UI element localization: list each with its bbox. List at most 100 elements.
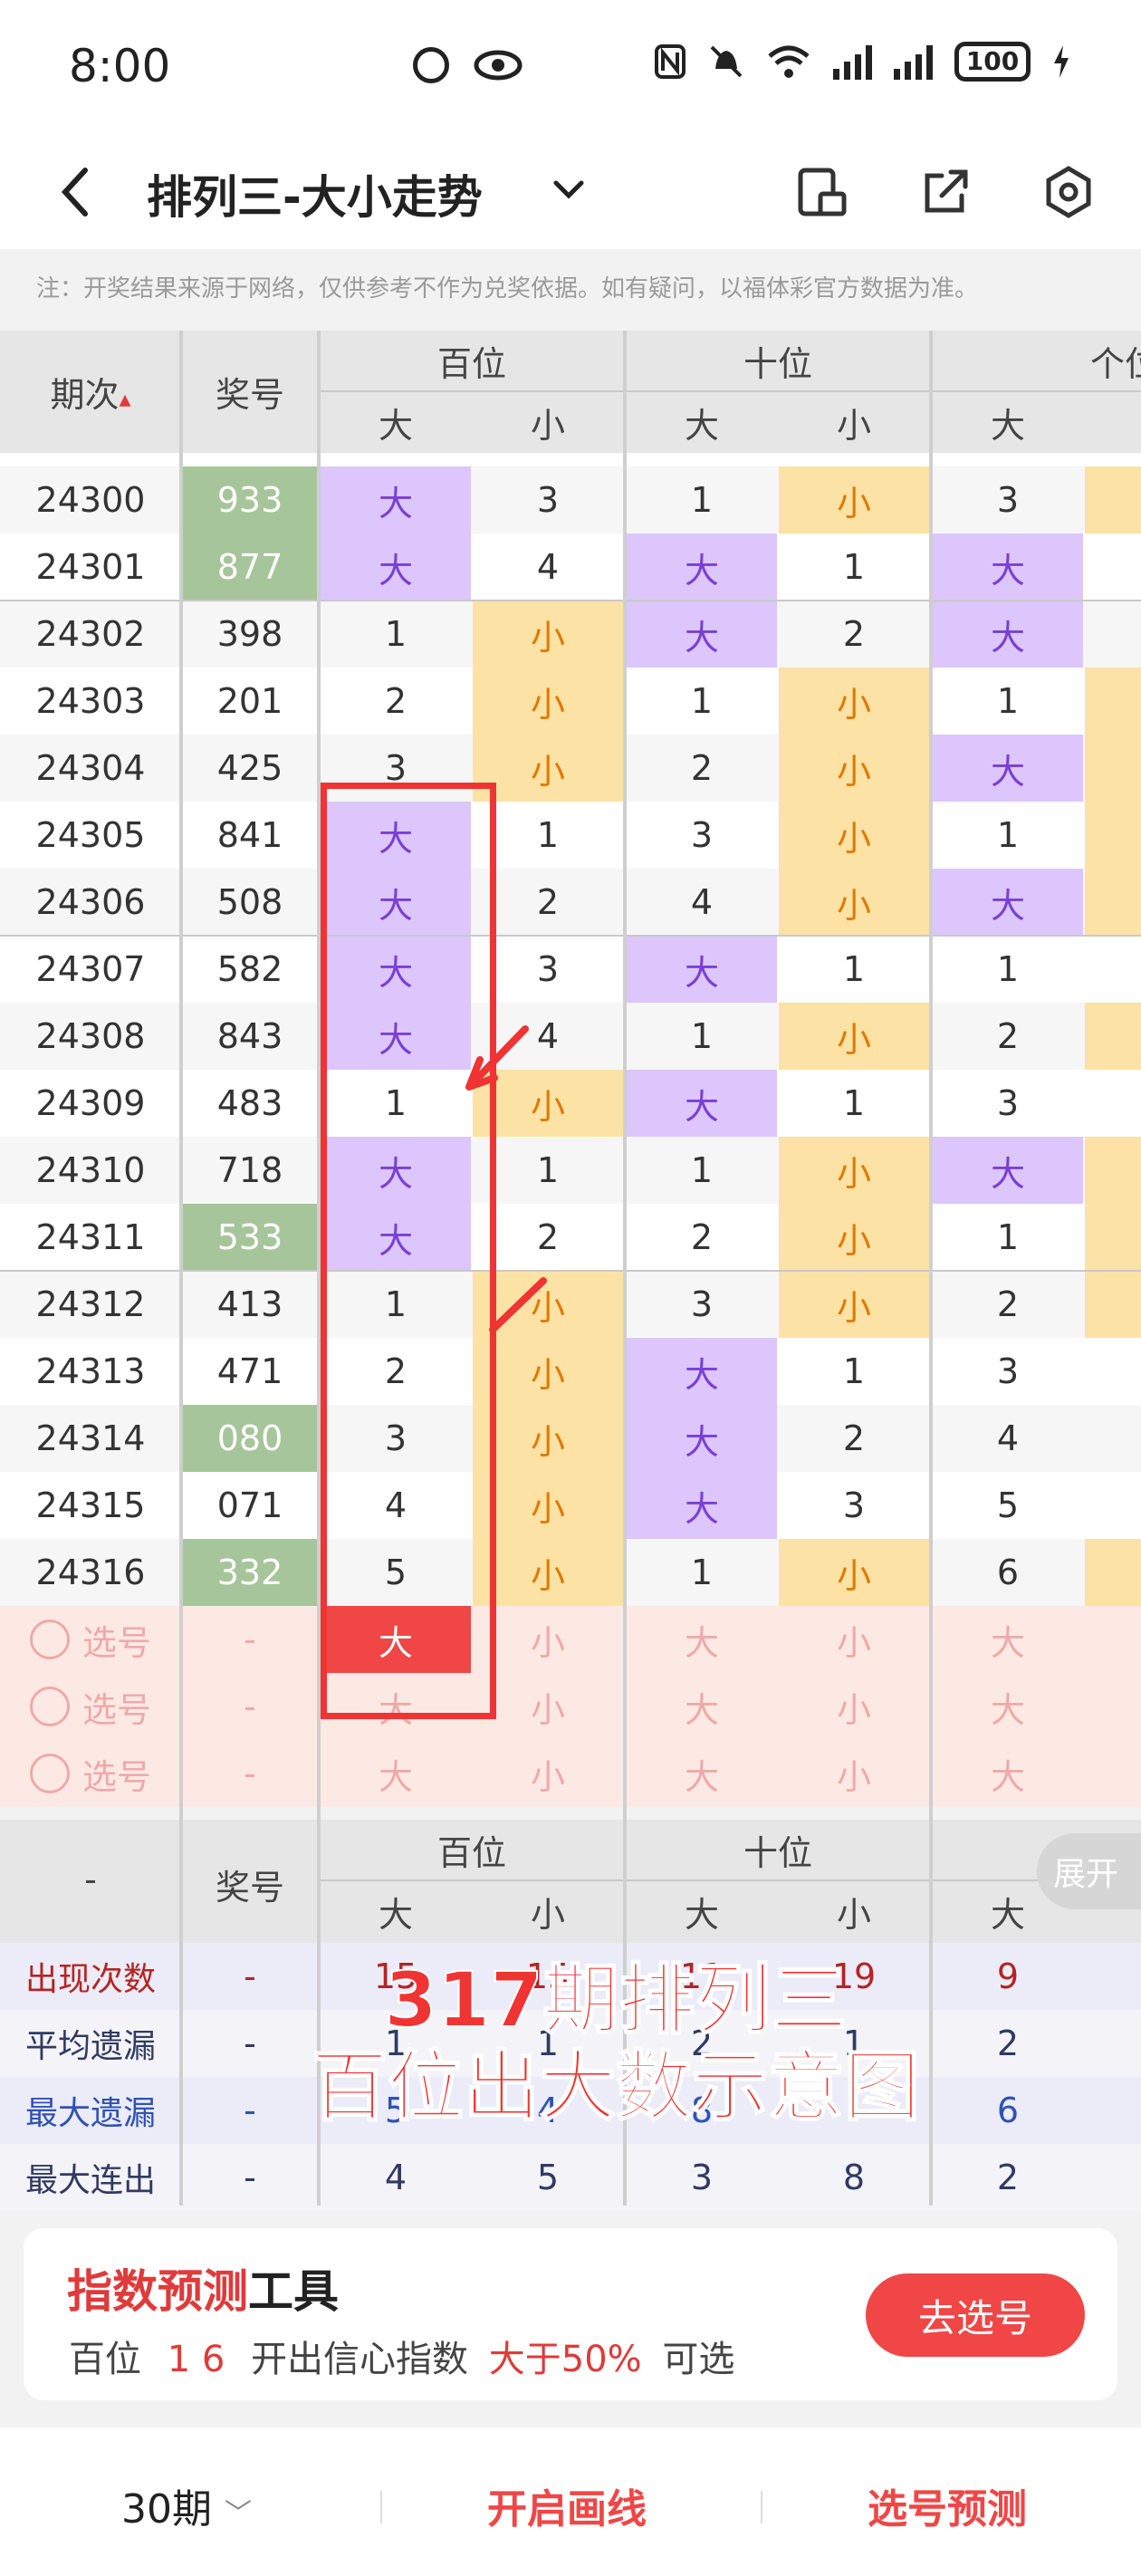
stats-issue-header: - — [84, 1860, 97, 1899]
divider — [380, 2491, 382, 2523]
prize-number: 332 — [183, 1539, 317, 1606]
prize-number: 533 — [183, 1204, 317, 1271]
chevron-down-icon: ﹀ — [225, 2498, 252, 2530]
expand-button[interactable]: 展开 — [1037, 1833, 1141, 1909]
trend-cell-partial — [1085, 1003, 1141, 1070]
table-row: 24311 533 大 2 2 小 1 — [0, 1204, 1141, 1271]
prize-number: 425 — [216, 748, 283, 788]
table-row: 24312 413 1 小 3 小 2 — [0, 1271, 1141, 1338]
row-group-divider — [0, 1270, 1141, 1272]
stats-header: - 奖号 百位 十位大小大小大 — [0, 1820, 1141, 1943]
stats-label: 出现次数 — [24, 1961, 156, 1998]
issue-number: 24311 — [35, 1217, 146, 1257]
pick-cell[interactable]: 小 — [779, 1606, 929, 1673]
pick-label[interactable]: 选号 — [0, 1673, 181, 1740]
trend-cell: 大 — [627, 1405, 777, 1472]
sub-header-2: 小 — [530, 406, 565, 446]
go-pick-button[interactable]: 去选号 — [866, 2273, 1085, 2357]
trend-cell: 2 — [996, 1284, 1020, 1324]
radio-button[interactable] — [29, 1754, 70, 1793]
bottom-bar: 30期 ﹀ 开启画线 选号预测 — [0, 2427, 1141, 2576]
settings-icon[interactable] — [1040, 163, 1098, 221]
prize-number: 471 — [216, 1351, 283, 1391]
stats-sub-header: 小 — [530, 1895, 565, 1935]
trend-cell: 大 — [627, 1472, 777, 1539]
table-row: 24307 582 大 3 大 1 1 — [0, 936, 1141, 1003]
table-row: 24303 201 2 小 1 小 1 — [0, 668, 1141, 735]
mute-icon — [710, 45, 743, 78]
pick-cell[interactable]: 大 — [933, 1606, 1083, 1673]
trend-cell: 大 — [933, 735, 1083, 802]
draw-line-button[interactable]: 开启画线 — [487, 2476, 647, 2534]
radio-button[interactable] — [29, 1687, 70, 1726]
back-icon[interactable] — [58, 165, 94, 219]
pick-cell[interactable]: 大 — [627, 1606, 777, 1673]
screen-mode-icon[interactable] — [793, 163, 851, 221]
table-row: 24313 471 2 小大 1 3 — [0, 1338, 1141, 1405]
app-header: 排列三-大小走势 — [0, 136, 1141, 249]
wifi-icon — [768, 45, 810, 78]
sub-header-3: 大 — [684, 406, 719, 446]
pick-cell[interactable]: 小 — [779, 1673, 929, 1740]
trend-cell: 6 — [996, 1552, 1020, 1592]
index-predict-card: 指数预测工具 百位 1 6 开出信心指数 大于50% 可选 去选号 — [24, 2228, 1117, 2400]
table-row: 24306 508 大 2 4 小大 — [0, 869, 1141, 936]
arrow-mark-1 — [465, 1025, 529, 1091]
stats-value: 9 — [996, 1956, 1020, 1996]
pick-row: 选号 - 大小大小大 — [0, 1673, 1141, 1740]
desc-threshold: 大于50% — [488, 2339, 642, 2380]
stats-value: 8 — [842, 2158, 866, 2197]
pick-cell[interactable]: 大 — [321, 1740, 471, 1807]
pick-label[interactable]: 选号 — [0, 1740, 181, 1807]
pick-cell[interactable]: 大 — [933, 1740, 1083, 1807]
stats-value: 2 — [996, 2158, 1020, 2197]
sort-icon[interactable]: ▴ — [119, 386, 130, 413]
trend-cell: 1 — [690, 480, 714, 520]
radio-button[interactable] — [29, 1620, 70, 1659]
sub-header-4: 小 — [836, 406, 871, 446]
trend-cell: 1 — [384, 614, 408, 654]
issue-number: 24300 — [35, 480, 146, 520]
issue-header-label: 期次 — [50, 375, 120, 415]
pick-label[interactable]: 选号 — [0, 1606, 181, 1673]
desc-end: 可选 — [662, 2339, 735, 2380]
issue-number: 24306 — [35, 882, 146, 922]
trend-cell: 大 — [627, 533, 777, 601]
trend-cell: 1 — [690, 1150, 714, 1190]
share-icon[interactable] — [916, 163, 974, 221]
table-row: 24301 877 大 4 大 1 大 — [0, 533, 1141, 601]
trend-cell-partial — [1085, 1070, 1141, 1137]
trend-cell: 3 — [996, 480, 1020, 520]
trend-cell: 1 — [842, 949, 866, 989]
row-group-divider — [0, 935, 1141, 937]
pick-cell[interactable]: 小 — [473, 1740, 623, 1807]
period-selector[interactable]: 30期 ﹀ — [121, 2476, 252, 2534]
trend-cell: 3 — [996, 1083, 1020, 1123]
arrow-mark-2 — [489, 1277, 547, 1333]
trend-cell-partial — [1085, 466, 1141, 533]
pick-cell[interactable]: 小 — [779, 1740, 929, 1807]
chevron-down-icon[interactable] — [551, 176, 587, 203]
group-units: 个位 — [1089, 344, 1141, 384]
prize-number: 398 — [216, 614, 283, 654]
pick-cell[interactable]: 大 — [627, 1673, 777, 1740]
battery-icon: 100 — [954, 42, 1031, 82]
pick-cell[interactable]: 大 — [627, 1740, 777, 1807]
prize-number: 483 — [216, 1083, 283, 1123]
page-title[interactable]: 排列三-大小走势 — [147, 161, 483, 226]
trend-cell: 大 — [933, 533, 1083, 601]
stats-value: 6 — [996, 2091, 1020, 2130]
trend-cell-partial — [1085, 735, 1141, 802]
predict-button[interactable]: 选号预测 — [868, 2476, 1027, 2534]
trend-cell: 3 — [690, 1284, 714, 1324]
issue-number: 24303 — [35, 681, 146, 721]
pick-cell[interactable]: 大 — [933, 1673, 1083, 1740]
group-tens: 十位 — [743, 344, 812, 384]
prize-number: 933 — [183, 466, 317, 533]
divider — [761, 2491, 762, 2523]
issue-header[interactable]: 期次▴ — [0, 367, 181, 417]
pick-row: 选号 - 大小大小大 — [0, 1740, 1141, 1807]
prize-number: 841 — [216, 815, 283, 855]
trend-cell-partial — [1085, 533, 1141, 601]
prize-number: 582 — [216, 949, 283, 989]
